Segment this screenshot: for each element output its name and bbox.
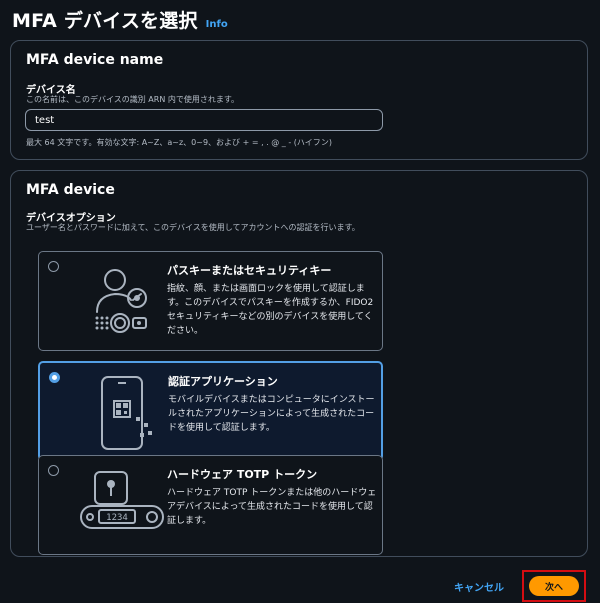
device-options-description: ユーザー名とパスワードに加えて、このデバイスを使用してアカウントへの認証を行いま…: [26, 223, 360, 232]
option-passkey[interactable]: パスキーまたはセキュリティキー 指紋、顔、または画面ロックを使用して認証します。…: [38, 251, 383, 351]
authenticator-app-icon: [101, 376, 152, 450]
device-name-panel: MFA device name デバイス名 この名前は、このデバイスの識別 AR…: [10, 40, 588, 160]
mfa-device-panel: MFA device デバイスオプション ユーザー名とパスワードに加えて、このデ…: [10, 170, 588, 557]
authenticator-app-title: 認証アプリケーション: [168, 375, 278, 388]
hardware-token-icon: 1234: [80, 471, 164, 529]
cancel-button[interactable]: キャンセル: [454, 579, 504, 594]
passkey-description: 指紋、顔、または画面ロックを使用して認証します。このデバイスでパスキーを作成する…: [167, 284, 374, 336]
page-header: MFA デバイスを選択 Info: [12, 6, 228, 33]
authenticator-app-radio[interactable]: [49, 372, 60, 383]
device-name-hint: 最大 64 文字です。有効な文字: A~Z、a~z、0~9、および + = , …: [26, 138, 333, 147]
passkey-icon: [95, 269, 147, 333]
hardware-token-description: ハードウェア TOTP トークンまたは他のハードウェアデバイスによって生成された…: [167, 488, 377, 526]
option-authenticator-app[interactable]: 認証アプリケーション モバイルデバイスまたはコンピュータにインストールされたアプ…: [38, 361, 383, 461]
device-name-input[interactable]: [25, 109, 383, 131]
page-title: MFA デバイスを選択: [12, 10, 198, 32]
passkey-radio[interactable]: [48, 261, 59, 272]
authenticator-app-description: モバイルデバイスまたはコンピュータにインストールされたアプリケーションによって生…: [168, 395, 375, 433]
next-button[interactable]: 次へ: [529, 576, 579, 596]
token-display-code: 1234: [106, 513, 128, 523]
hardware-token-radio[interactable]: [48, 465, 59, 476]
device-name-description: この名前は、このデバイスの識別 ARN 内で使用されます。: [26, 95, 240, 104]
footer-actions: キャンセル 次へ: [454, 570, 586, 602]
info-link[interactable]: Info: [206, 19, 228, 30]
passkey-title: パスキーまたはセキュリティキー: [167, 264, 332, 277]
next-button-highlight: 次へ: [522, 570, 586, 602]
option-hardware-token[interactable]: 1234 ハードウェア TOTP トークン ハードウェア TOTP トークンまた…: [38, 455, 383, 555]
mfa-device-panel-title: MFA device: [26, 182, 115, 198]
hardware-token-title: ハードウェア TOTP トークン: [167, 468, 318, 481]
device-name-panel-title: MFA device name: [26, 52, 164, 68]
